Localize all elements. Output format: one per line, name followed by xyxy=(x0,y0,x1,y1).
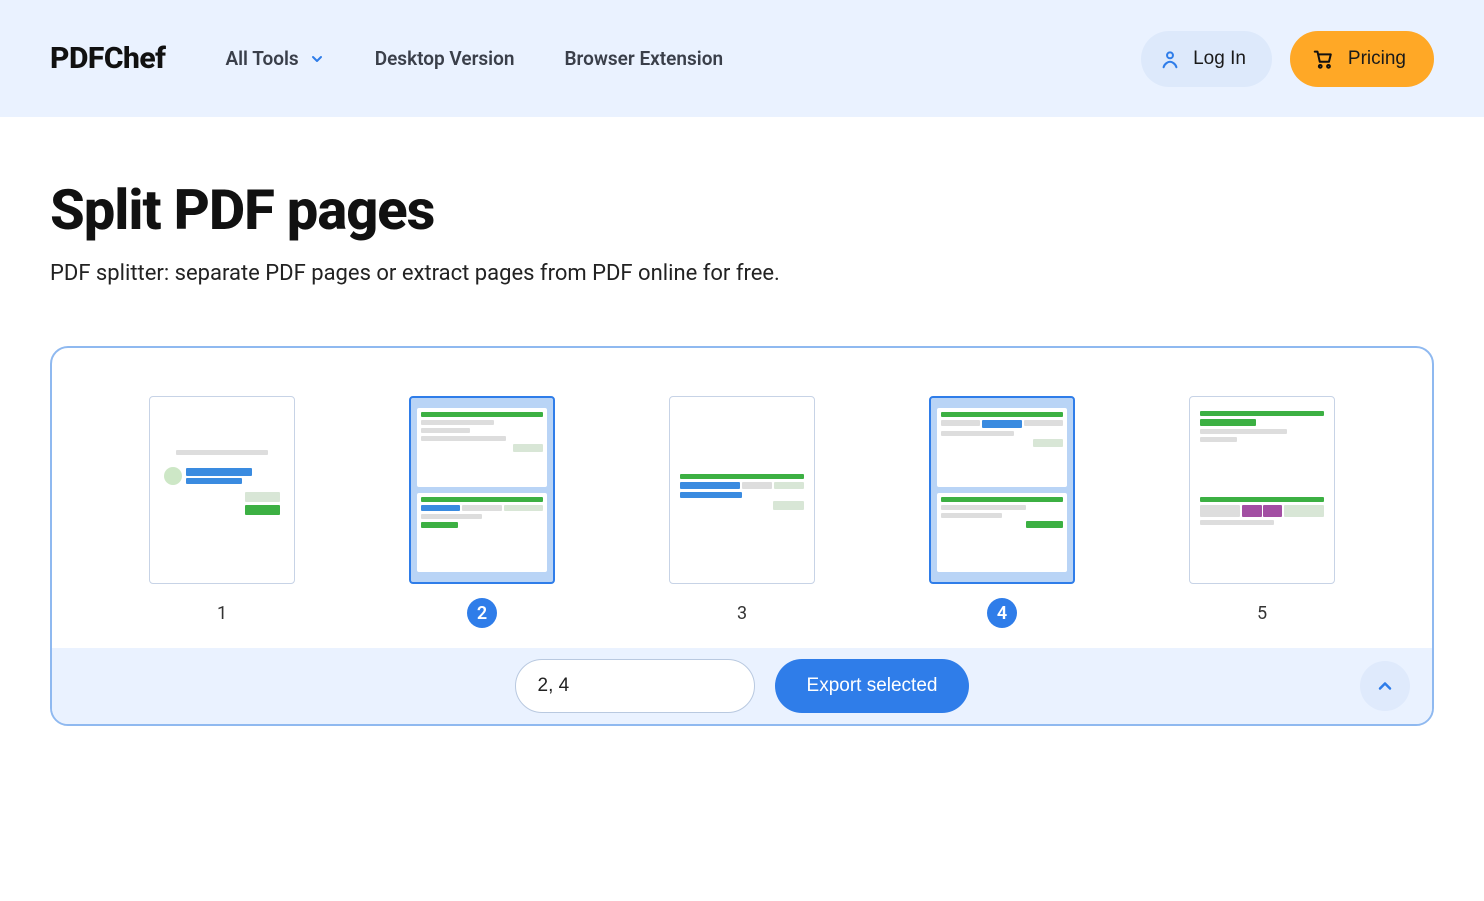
header-right: Log In Pricing xyxy=(1141,31,1434,87)
work-area: 1 xyxy=(50,346,1434,726)
thumbs-row: 1 xyxy=(52,348,1432,648)
page-thumb-col: 4 xyxy=(929,396,1075,628)
user-icon xyxy=(1159,48,1181,70)
page-thumb-2[interactable] xyxy=(409,396,555,584)
pricing-label: Pricing xyxy=(1348,48,1406,70)
nav-all-tools-label: All Tools xyxy=(225,47,298,70)
export-button[interactable]: Export selected xyxy=(775,659,970,713)
collapse-button[interactable] xyxy=(1360,661,1410,711)
main: Split PDF pages PDF splitter: separate P… xyxy=(0,117,1484,766)
page-subtitle: PDF splitter: separate PDF pages or extr… xyxy=(50,261,1434,286)
page-thumb-1[interactable] xyxy=(149,396,295,584)
nav: All Tools Desktop Version Browser Extens… xyxy=(225,47,723,70)
page-thumb-col: 5 xyxy=(1189,396,1335,628)
page-number: 5 xyxy=(1247,598,1277,628)
page-thumb-3[interactable] xyxy=(669,396,815,584)
page-number: 2 xyxy=(467,598,497,628)
page-thumb-col: 1 xyxy=(149,396,295,628)
cart-icon xyxy=(1312,48,1334,70)
page-number: 4 xyxy=(987,598,1017,628)
chevron-down-icon xyxy=(309,51,325,67)
page-thumb-5[interactable] xyxy=(1189,396,1335,584)
pages-input[interactable] xyxy=(515,659,755,713)
nav-desktop[interactable]: Desktop Version xyxy=(375,47,515,70)
login-label: Log In xyxy=(1193,48,1246,70)
nav-all-tools[interactable]: All Tools xyxy=(225,47,324,70)
page-number: 1 xyxy=(207,598,237,628)
page-thumb-col: 3 xyxy=(669,396,815,628)
pricing-button[interactable]: Pricing xyxy=(1290,31,1434,87)
page-thumb-4[interactable] xyxy=(929,396,1075,584)
page-thumb-col: 2 xyxy=(409,396,555,628)
page-number: 3 xyxy=(727,598,757,628)
logo[interactable]: PDFChef xyxy=(50,41,165,76)
nav-extension[interactable]: Browser Extension xyxy=(564,47,723,70)
login-button[interactable]: Log In xyxy=(1141,31,1272,87)
bottom-bar: Export selected xyxy=(52,648,1432,724)
header: PDFChef All Tools Desktop Version Browse… xyxy=(0,0,1484,117)
chevron-up-icon xyxy=(1375,676,1395,696)
page-title: Split PDF pages xyxy=(50,177,1434,243)
